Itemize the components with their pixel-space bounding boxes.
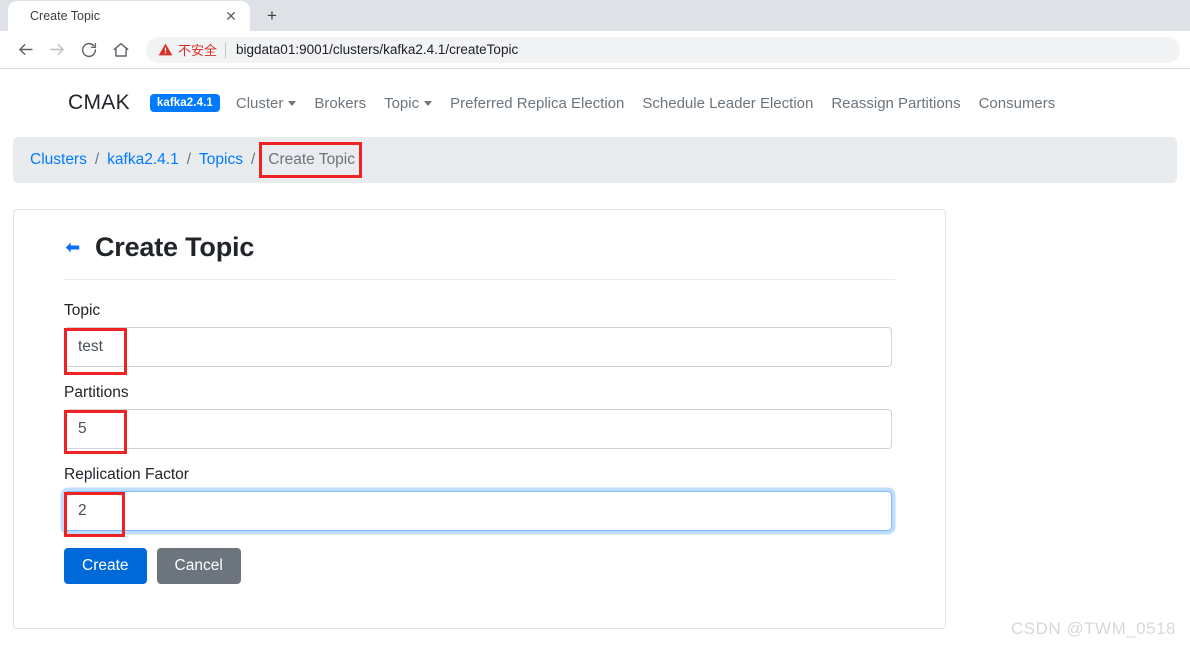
label-replication-factor: Replication Factor <box>64 466 189 483</box>
form-group-topic: Topic <box>64 302 895 375</box>
nav-item-label: Cluster <box>235 94 284 112</box>
tab-title: Create Topic <box>30 9 100 23</box>
form-group-replication-factor: Replication Factor <box>64 466 895 537</box>
page-content: CMAK kafka2.4.1 Cluster Brokers Topic Pr… <box>0 69 1190 651</box>
plus-icon[interactable]: + <box>256 2 288 30</box>
back-arrow-icon[interactable] <box>64 240 81 255</box>
close-icon[interactable]: ✕ <box>222 7 240 25</box>
breadcrumb: Clusters / kafka2.4.1 / Topics / Create … <box>13 137 1177 183</box>
breadcrumb-separator: / <box>94 151 100 168</box>
partitions-input[interactable] <box>64 409 892 449</box>
create-button[interactable]: Create <box>64 548 147 584</box>
url-text: bigdata01:9001/clusters/kafka2.4.1/creat… <box>236 42 519 57</box>
forward-arrow-icon <box>42 35 72 65</box>
create-topic-card: Create Topic Topic Partitions Replicatio… <box>13 209 946 629</box>
breadcrumb-separator: / <box>250 151 256 168</box>
label-topic: Topic <box>64 302 101 319</box>
omnibox-divider <box>225 41 227 58</box>
chevron-down-icon <box>288 100 297 106</box>
breadcrumb-item-kafka241[interactable]: kafka2.4.1 <box>107 151 179 169</box>
nav-item-topic[interactable]: Topic <box>384 94 433 112</box>
topic-name-input[interactable] <box>64 327 892 367</box>
watermark: CSDN @TWM_0518 <box>1010 619 1176 638</box>
app-brand-cmak[interactable]: CMAK <box>68 91 130 115</box>
app-navbar: CMAK kafka2.4.1 Cluster Brokers Topic Pr… <box>0 69 1190 129</box>
nav-item-brokers[interactable]: Brokers <box>314 95 366 112</box>
form-actions: Create Cancel <box>64 548 895 584</box>
nav-item-consumers[interactable]: Consumers <box>979 95 1056 112</box>
home-icon[interactable] <box>106 35 136 65</box>
warning-triangle-icon <box>158 42 173 57</box>
card-header: Create Topic <box>64 232 895 280</box>
address-bar[interactable]: 不安全 bigdata01:9001/clusters/kafka2.4.1/c… <box>146 36 1180 63</box>
browser-tab-strip: Create Topic ✕ + <box>0 0 1190 31</box>
nav-item-preferred-replica-election[interactable]: Preferred Replica Election <box>450 95 624 112</box>
browser-toolbar: 不安全 bigdata01:9001/clusters/kafka2.4.1/c… <box>0 31 1190 69</box>
cancel-button[interactable]: Cancel <box>156 548 241 584</box>
form-group-partitions: Partitions <box>64 384 895 454</box>
replication-factor-input[interactable] <box>64 491 892 531</box>
chevron-down-icon <box>424 100 433 106</box>
label-partitions: Partitions <box>64 384 129 401</box>
page-title: Create Topic <box>95 232 255 262</box>
breadcrumb-item-topics[interactable]: Topics <box>199 151 243 169</box>
cluster-badge[interactable]: kafka2.4.1 <box>149 94 220 112</box>
reload-icon[interactable] <box>74 35 104 65</box>
breadcrumb-item-clusters[interactable]: Clusters <box>30 151 87 169</box>
breadcrumb-item-create-topic: Create Topic <box>259 142 362 178</box>
security-status-label: 不安全 <box>178 43 218 58</box>
nav-item-cluster[interactable]: Cluster <box>236 95 297 112</box>
nav-item-label: Topic <box>384 94 420 112</box>
nav-item-schedule-leader-election[interactable]: Schedule Leader Election <box>642 95 813 112</box>
browser-tab-create-topic[interactable]: Create Topic ✕ <box>8 1 250 31</box>
back-arrow-icon[interactable] <box>10 35 40 65</box>
browser-window: Create Topic ✕ + 不安全 bigdata01:9001/clus… <box>0 0 1190 651</box>
breadcrumb-separator: / <box>186 151 192 168</box>
nav-item-reassign-partitions[interactable]: Reassign Partitions <box>831 95 960 112</box>
